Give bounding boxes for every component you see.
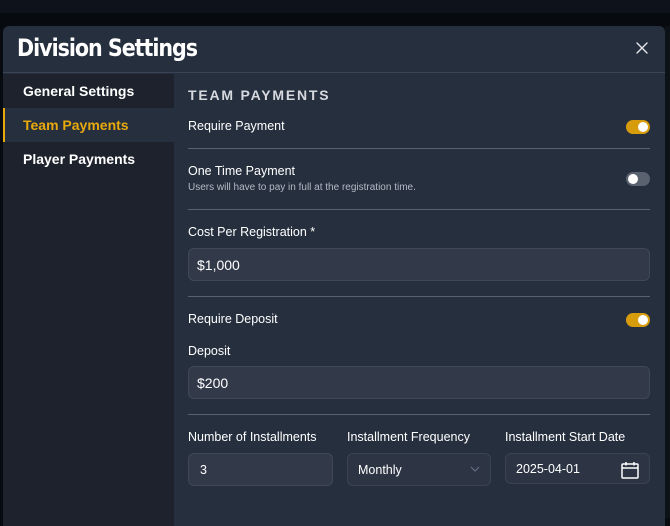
require-deposit-label: Require Deposit	[188, 312, 278, 326]
team-payments-panel: TEAM PAYMENTS Require Payment One Time P…	[188, 74, 650, 526]
backdrop-edge	[665, 26, 670, 518]
deposit-label: Deposit	[188, 344, 231, 358]
section-title: TEAM PAYMENTS	[188, 87, 331, 103]
sidebar-item-team-payments[interactable]: Team Payments	[3, 108, 174, 142]
chevron-down-icon	[470, 466, 480, 472]
modal-title: Division Settings	[17, 34, 198, 62]
number-of-installments-label: Number of Installments	[188, 430, 317, 444]
deposit-input[interactable]: $200	[188, 366, 650, 399]
installment-start-date-label: Installment Start Date	[505, 430, 626, 444]
modal-header: Division Settings	[3, 26, 665, 73]
settings-sidebar: General Settings Team Payments Player Pa…	[3, 74, 174, 526]
cost-per-registration-input[interactable]: $1,000	[188, 248, 650, 281]
sidebar-item-label: General Settings	[23, 83, 135, 99]
installment-frequency-label: Installment Frequency	[347, 430, 470, 444]
sidebar-item-general-settings[interactable]: General Settings	[3, 74, 174, 108]
sidebar-item-player-payments[interactable]: Player Payments	[3, 142, 174, 176]
installment-frequency-select[interactable]: Monthly	[347, 453, 491, 486]
calendar-icon[interactable]	[620, 460, 640, 480]
number-of-installments-value: 3	[200, 462, 207, 477]
divider	[188, 296, 650, 297]
divider	[188, 209, 650, 210]
deposit-value: $200	[197, 374, 229, 391]
installment-start-date-input[interactable]: 2025-04-01	[505, 453, 650, 484]
cost-per-registration-value: $1,000	[197, 256, 240, 273]
require-deposit-toggle[interactable]	[626, 313, 650, 327]
sidebar-item-label: Team Payments	[23, 117, 129, 133]
close-icon	[636, 42, 648, 54]
require-payment-label: Require Payment	[188, 119, 285, 133]
one-time-payment-label: One Time Payment	[188, 164, 295, 178]
toggle-knob	[638, 315, 648, 325]
one-time-payment-toggle[interactable]	[626, 172, 650, 186]
divider	[188, 414, 650, 415]
divider	[188, 148, 650, 149]
one-time-payment-description: Users will have to pay in full at the re…	[188, 182, 416, 193]
cost-per-registration-label: Cost Per Registration *	[188, 225, 316, 239]
division-settings-modal: Division Settings General Settings Team …	[3, 26, 665, 526]
installment-frequency-value: Monthly	[358, 462, 402, 477]
number-of-installments-input[interactable]: 3	[188, 453, 333, 486]
require-payment-toggle[interactable]	[626, 120, 650, 134]
close-button[interactable]	[635, 41, 649, 55]
app-backdrop	[0, 0, 670, 13]
installment-start-date-value: 2025-04-01	[516, 461, 580, 476]
toggle-knob	[628, 174, 638, 184]
toggle-knob	[638, 122, 648, 132]
sidebar-item-label: Player Payments	[23, 151, 136, 167]
